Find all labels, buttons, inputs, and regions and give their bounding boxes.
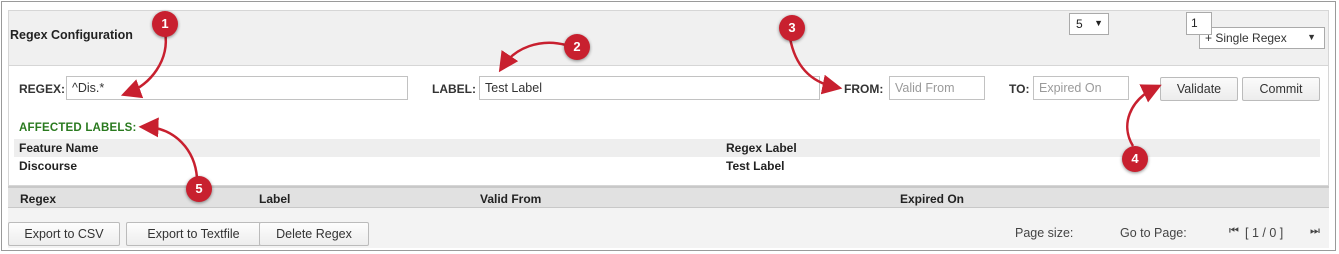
- annotation-arrow-3: [788, 37, 843, 95]
- annotation-badge-2: 2: [564, 34, 590, 60]
- annotation-badge-4: 4: [1122, 146, 1148, 172]
- annotation-arrow-4: [1126, 84, 1162, 147]
- annotation-badge-1: 1: [152, 11, 178, 37]
- annotation-arrow-5: [138, 117, 199, 179]
- annotation-arrows: [120, 31, 1162, 179]
- annotation-badge-5: 5: [186, 176, 212, 202]
- annotation-arrow-1: [120, 31, 168, 99]
- annotation-arrow-2: [498, 41, 567, 73]
- annotation-badge-3: 3: [779, 15, 805, 41]
